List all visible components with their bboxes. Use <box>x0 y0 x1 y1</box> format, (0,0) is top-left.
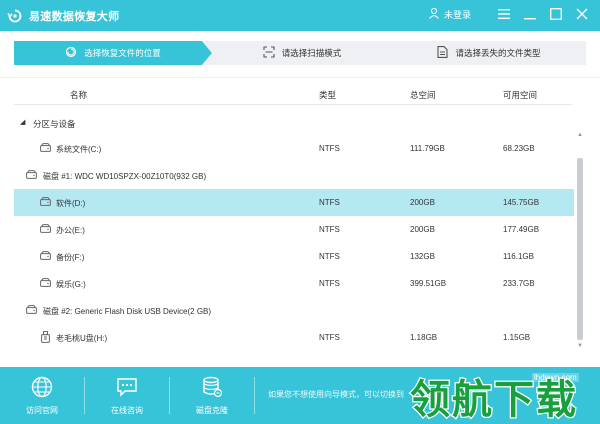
column-header-name[interactable]: 名称 <box>70 89 87 101</box>
wizard-mode-hint: 如果您不想使用向导模式，可以切换到 <box>268 390 404 399</box>
maximize-icon <box>550 8 562 22</box>
login-button[interactable]: 未登录 <box>428 7 471 21</box>
step-file-type[interactable]: 请选择丢失的文件类型 <box>392 41 586 65</box>
partition-total: 200GB <box>410 198 435 207</box>
menu-button[interactable] <box>494 5 514 25</box>
section-title: 分区与设备 <box>33 119 76 129</box>
drive-icon <box>40 251 51 262</box>
close-icon <box>576 8 588 22</box>
usb-drive-icon <box>41 331 50 345</box>
table-header: 名称 类型 总空间 可用空间 <box>14 83 572 105</box>
partition-total: 1.18GB <box>410 333 438 342</box>
device-list: ◢ 分区与设备 系统文件(C:) NTFS 111.79GB 68.23GB 磁… <box>14 110 574 351</box>
disk-icon <box>26 170 37 181</box>
online-consult-button[interactable]: 在线咨询 <box>85 367 169 424</box>
table-row[interactable]: 老毛桃U盘(H:) NTFS 1.18GB 1.15GB <box>14 324 574 351</box>
table-row[interactable]: 备份(F:) NTFS 132GB 116.1GB <box>14 243 574 270</box>
footer-button-label: 磁盘克隆 <box>196 405 228 415</box>
partition-total: 111.79GB <box>410 144 445 153</box>
watermark-logo: 领航下载 <box>408 375 594 421</box>
footer-button-label: 在线咨询 <box>111 405 143 415</box>
minimize-button[interactable] <box>520 5 540 25</box>
step-label: 选择恢复文件的位置 <box>84 48 161 58</box>
globe-icon <box>31 376 53 400</box>
partition-type: NTFS <box>319 198 340 207</box>
location-icon <box>65 46 77 60</box>
database-icon <box>201 376 223 400</box>
disk-row[interactable]: 磁盘 #2: Generic Flash Disk USB Device(2 G… <box>14 297 574 324</box>
partition-free: 116.1GB <box>503 252 534 261</box>
step-label: 请选择扫描模式 <box>281 48 342 58</box>
section-header[interactable]: ◢ 分区与设备 <box>14 110 574 135</box>
partition-name: 办公(E:) <box>56 226 85 235</box>
disk-icon <box>26 305 37 316</box>
partition-name: 系统文件(C:) <box>56 145 102 154</box>
disk-row[interactable]: 磁盘 #1: WDC WD10SPZX-00Z10T0(932 GB) <box>14 162 574 189</box>
step-select-location[interactable]: 选择恢复文件的位置 <box>14 41 212 65</box>
disk-name: 磁盘 #1: WDC WD10SPZX-00Z10T0(932 GB) <box>43 172 207 181</box>
partition-type: NTFS <box>319 144 340 153</box>
column-header-free[interactable]: 可用空间 <box>503 89 537 101</box>
drive-icon <box>40 143 51 154</box>
scan-icon <box>263 46 275 60</box>
partition-total: 399.51GB <box>410 279 447 288</box>
scrollbar-thumb[interactable] <box>577 158 583 340</box>
document-icon <box>437 46 449 60</box>
partition-free: 68.23GB <box>503 144 535 153</box>
partition-free: 145.75GB <box>503 198 540 207</box>
disk-clone-button[interactable]: 磁盘克隆 <box>170 367 254 424</box>
step-scan-mode[interactable]: 请选择扫描模式 <box>202 41 402 65</box>
partition-name: 软件(D:) <box>56 199 86 208</box>
app-logo-icon <box>7 8 23 24</box>
minimize-icon <box>524 8 536 22</box>
chat-icon <box>116 376 138 400</box>
partition-total: 200GB <box>410 225 435 234</box>
partition-type: NTFS <box>319 225 340 234</box>
menu-icon <box>498 9 510 21</box>
wizard-steps: 选择恢复文件的位置 请选择扫描模式 请选择丢失的文件类型 <box>0 31 600 78</box>
table-row[interactable]: 娱乐(G:) NTFS 399.51GB 233.7GB <box>14 270 574 297</box>
drive-icon <box>40 278 51 289</box>
step-label: 请选择丢失的文件类型 <box>455 48 541 58</box>
scroll-up-arrow-icon[interactable]: ▲ <box>576 131 584 139</box>
partition-name: 娱乐(G:) <box>56 280 86 289</box>
title-bar: 易速数据恢复大师 未登录 <box>0 0 600 31</box>
table-row[interactable]: 办公(E:) NTFS 200GB 177.49GB <box>14 216 574 243</box>
partition-type: NTFS <box>319 252 340 261</box>
column-header-type[interactable]: 类型 <box>319 89 336 101</box>
partition-total: 132GB <box>410 252 435 261</box>
disk-name: 磁盘 #2: Generic Flash Disk USB Device(2 G… <box>43 307 212 316</box>
close-button[interactable] <box>572 5 592 25</box>
partition-name: 老毛桃U盘(H:) <box>56 334 108 343</box>
login-status-label: 未登录 <box>444 9 472 20</box>
partition-name: 备份(F:) <box>56 253 85 262</box>
table-row[interactable]: 软件(D:) NTFS 200GB 145.75GB <box>14 189 574 216</box>
column-header-total[interactable]: 总空间 <box>410 89 436 101</box>
user-icon <box>428 7 440 21</box>
drive-icon <box>40 224 51 235</box>
visit-website-button[interactable]: 访问官网 <box>0 367 84 424</box>
footer-button-label: 访问官网 <box>26 405 58 415</box>
partition-free: 177.49GB <box>503 225 540 234</box>
app-title: 易速数据恢复大师 <box>29 10 120 23</box>
partition-free: 233.7GB <box>503 279 535 288</box>
drive-icon <box>40 197 51 208</box>
footer-divider <box>254 377 255 414</box>
maximize-button[interactable] <box>546 5 566 25</box>
partition-type: NTFS <box>319 333 340 342</box>
scroll-down-arrow-icon[interactable]: ▼ <box>576 342 584 350</box>
partition-type: NTFS <box>319 279 340 288</box>
collapse-arrow-icon[interactable]: ◢ <box>20 118 25 126</box>
table-row[interactable]: 系统文件(C:) NTFS 111.79GB 68.23GB <box>14 135 574 162</box>
svg-text:领航下载: 领航下载 <box>410 377 578 421</box>
partition-free: 1.15GB <box>503 333 531 342</box>
